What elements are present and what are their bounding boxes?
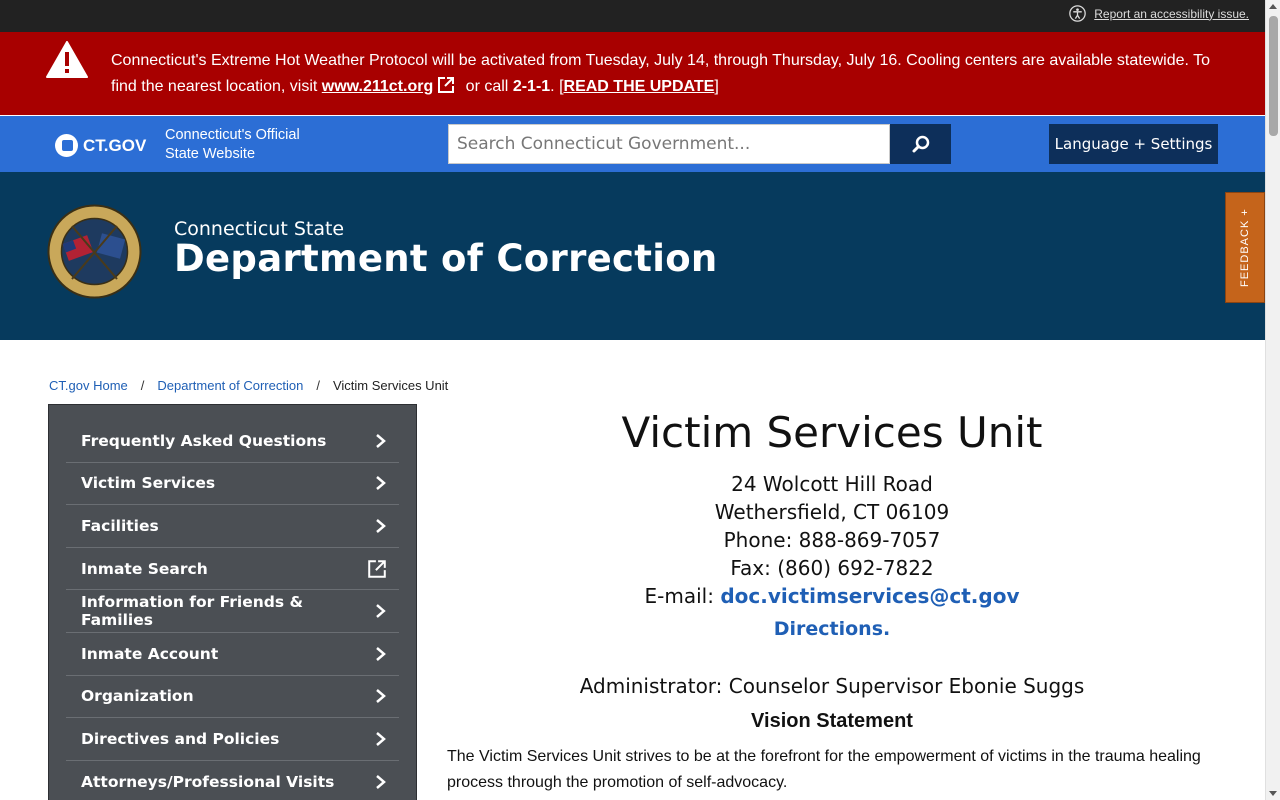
side-navigation: Frequently Asked Questions Victim Servic… [48,404,417,800]
sidebar-item-directives[interactable]: Directives and Policies [66,718,399,761]
warning-icon [46,41,88,78]
sidebar-item-label: Inmate Search [81,559,208,578]
breadcrumb: CT.gov Home / Department of Correction /… [49,378,448,393]
sidebar-item-label: Inmate Account [81,644,219,663]
language-settings-button[interactable]: Language + Settings [1049,124,1218,164]
agency-title[interactable]: Department of Correction [174,237,718,280]
breadcrumb-current: Victim Services Unit [332,378,449,393]
tagline-line1: Connecticut's Official [165,127,300,143]
chevron-right-icon [376,433,386,448]
vision-heading: Vision Statement [751,710,913,732]
chevron-right-icon [376,732,386,746]
sidebar-item-label: Information for Friends & Families [81,593,304,630]
phone-number: Phone: 888-869-7057 [723,528,941,552]
sidebar-item-inmate-account[interactable]: Inmate Account [66,633,399,676]
utility-bar: Report an accessibility issue. [0,0,1265,32]
address-line2: Wethersfield, CT 06109 [714,500,950,524]
chevron-right-icon [376,519,386,533]
sidebar-item-organization[interactable]: Organization [66,676,399,719]
ctgov-tagline: Connecticut's Official State Website [165,126,300,164]
sidebar-item-label: Organization [81,687,194,706]
address-line1: 24 Wolcott Hill Road [731,472,933,496]
fax-number: Fax: (860) 692-7822 [730,556,934,580]
feedback-tab[interactable]: FEEDBACK + [1225,192,1265,303]
page-title: Victim Services Unit [621,408,1043,457]
contact-info: 24 Wolcott Hill Road Wethersfield, CT 06… [447,470,1217,610]
weather-alert-banner: Connecticut's Extreme Hot Weather Protoc… [0,32,1265,115]
scroll-thumb[interactable] [1269,16,1278,136]
ctgov-logo-icon [55,134,78,157]
search-icon [912,135,929,153]
doc-seal-logo[interactable] [47,204,142,299]
sidebar-item-friends-families[interactable]: Information for Friends & Families [66,590,399,633]
alert-message: Connecticut's Extreme Hot Weather Protoc… [111,52,1211,95]
breadcrumb-department[interactable]: Department of Correction [157,378,303,393]
scroll-down-icon[interactable] [1269,791,1277,796]
search-placeholder: Search Connecticut Government... [457,134,751,154]
tagline-line2: State Website [165,146,256,162]
external-link-icon [368,559,386,578]
directions-link[interactable]: Directions. [447,618,1217,640]
scroll-up-icon[interactable] [1269,4,1277,9]
sidebar-item-faq[interactable]: Frequently Asked Questions [66,420,399,463]
sidebar-item-facilities[interactable]: Facilities [66,505,399,548]
sidebar-item-inmate-search[interactable]: Inmate Search [66,548,399,591]
sidebar-item-label: Attorneys/Professional Visits [81,772,335,791]
breadcrumb-separator: / [316,378,320,393]
chevron-right-icon [376,774,386,789]
accessibility-link-label: Report an accessibility issue. [1094,6,1249,21]
ctgov-logo-text: CT.GOV [83,135,147,155]
main-content: Victim Services Unit 24 Wolcott Hill Roa… [447,404,1217,796]
chevron-right-icon [376,604,386,619]
search-input[interactable]: Search Connecticut Government... [448,124,890,164]
ctgov-logo[interactable]: CT.GOV [55,134,146,157]
breadcrumb-separator: / [140,378,145,393]
chevron-right-icon [376,476,386,491]
email-link[interactable]: doc.victimservices@ct.gov [720,584,1019,608]
sidebar-item-victim-services[interactable]: Victim Services [66,463,399,506]
breadcrumb-home[interactable]: CT.gov Home [49,378,128,393]
sidebar-item-label: Frequently Asked Questions [81,431,327,450]
alert-211-link[interactable]: www.211ct.org [322,78,433,95]
alert-phone: 2-1-1 [512,78,551,95]
read-update-link[interactable]: READ THE UPDATE [564,78,715,95]
sidebar-item-attorneys[interactable]: Attorneys/Professional Visits [66,761,399,800]
vision-statement: The Victim Services Unit strives to be a… [447,748,1201,791]
sidebar-item-label: Facilities [81,516,159,535]
email-label: E-mail: [644,584,721,608]
sidebar-item-label: Directives and Policies [81,729,280,748]
accessibility-icon [1069,5,1087,22]
external-link-icon [438,77,455,93]
chevron-right-icon [376,646,386,661]
sidebar-item-label: Victim Services [81,474,216,493]
email-row: E-mail: doc.victimservices@ct.gov [447,582,1217,610]
agency-header: Connecticut State Department of Correcti… [0,172,1265,340]
administrator-line: Administrator: Counselor Supervisor Ebon… [579,674,1085,698]
ctgov-header: CT.GOV Connecticut's Official State Webs… [0,116,1265,172]
accessibility-report-link[interactable]: Report an accessibility issue. [1069,5,1249,22]
chevron-right-icon [376,689,386,704]
search-button[interactable] [890,124,951,164]
page-scrollbar[interactable] [1265,0,1280,800]
